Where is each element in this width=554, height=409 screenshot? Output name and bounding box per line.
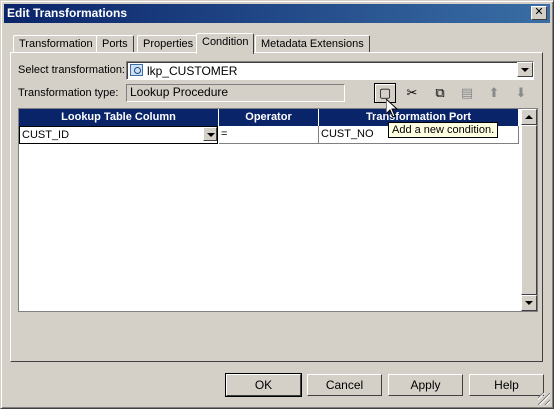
paste-icon: ▤ bbox=[460, 85, 474, 100]
tab-properties[interactable]: Properties bbox=[137, 35, 200, 53]
close-button[interactable]: ✕ bbox=[531, 6, 547, 20]
arrow-up-icon: ⬆ bbox=[488, 85, 500, 100]
apply-button[interactable]: Apply bbox=[388, 374, 463, 396]
resize-grip[interactable] bbox=[538, 393, 550, 405]
vertical-scrollbar[interactable] bbox=[521, 109, 537, 311]
tab-condition[interactable]: Condition bbox=[196, 33, 255, 54]
scroll-down-button[interactable] bbox=[521, 295, 537, 311]
condition-grid-body: Lookup Table Column Operator Transformat… bbox=[19, 109, 521, 311]
lookup-column-value: CUST_ID bbox=[22, 129, 70, 141]
select-transformation-label: Select transformation: bbox=[18, 64, 125, 76]
tab-ports[interactable]: Ports bbox=[96, 35, 134, 53]
chevron-down-icon[interactable] bbox=[203, 127, 217, 141]
copy-button[interactable]: ⧉ bbox=[429, 83, 451, 103]
ok-button[interactable]: OK bbox=[225, 373, 302, 397]
close-icon: ✕ bbox=[534, 6, 544, 18]
window-title: Edit Transformations bbox=[7, 6, 128, 20]
help-button[interactable]: Help bbox=[469, 374, 544, 396]
cancel-button[interactable]: Cancel bbox=[307, 374, 382, 396]
move-up-button[interactable]: ⬆ bbox=[483, 83, 505, 103]
transformation-type-label: Transformation type: bbox=[18, 87, 119, 99]
condition-grid: Lookup Table Column Operator Transformat… bbox=[18, 108, 538, 312]
add-condition-tooltip: Add a new condition. bbox=[388, 122, 499, 138]
transformation-type-field: Lookup Procedure bbox=[126, 84, 345, 102]
paste-button[interactable]: ▤ bbox=[456, 83, 478, 103]
copy-icon: ⧉ bbox=[435, 85, 445, 100]
lookup-transformation-icon bbox=[130, 64, 143, 76]
scissors-icon: ✂ bbox=[406, 85, 418, 100]
mouse-pointer-icon bbox=[386, 99, 398, 118]
edit-transformations-dialog: Edit Transformations ✕ Transformation Po… bbox=[0, 0, 554, 409]
move-down-button[interactable]: ⬇ bbox=[510, 83, 532, 103]
cut-button[interactable]: ✂ bbox=[401, 83, 423, 103]
select-transformation-dropdown[interactable]: lkp_CUSTOMER bbox=[126, 61, 534, 80]
title-bar[interactable]: Edit Transformations ✕ bbox=[4, 4, 550, 23]
lookup-column-combo[interactable]: CUST_ID bbox=[19, 126, 218, 144]
column-header-lookup-table-column[interactable]: Lookup Table Column bbox=[19, 109, 219, 126]
tab-metadata-extensions[interactable]: Metadata Extensions bbox=[255, 35, 370, 53]
chevron-down-icon[interactable] bbox=[517, 62, 533, 77]
scrollbar-thumb[interactable] bbox=[521, 125, 537, 295]
select-transformation-value: lkp_CUSTOMER bbox=[147, 64, 238, 78]
operator-cell[interactable]: = bbox=[219, 126, 319, 144]
column-header-operator[interactable]: Operator bbox=[219, 109, 319, 126]
tab-transformation[interactable]: Transformation bbox=[13, 35, 99, 53]
scroll-up-button[interactable] bbox=[521, 109, 537, 125]
arrow-down-icon: ⬇ bbox=[515, 85, 527, 100]
